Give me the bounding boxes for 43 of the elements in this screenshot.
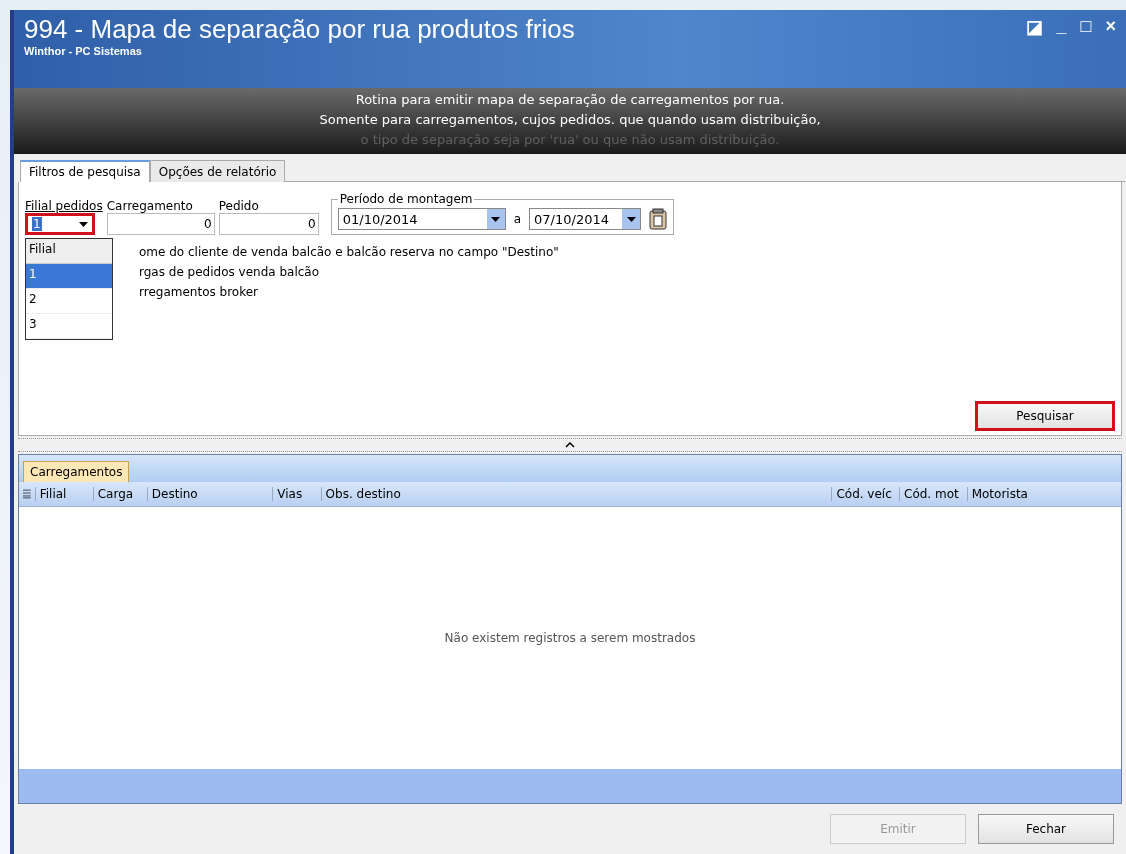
list-option[interactable]: 1 (26, 264, 112, 289)
window-control-button[interactable]: □ (1076, 16, 1096, 37)
column-header[interactable]: Cód. veíc (831, 487, 900, 501)
list-header: Filial (26, 239, 112, 264)
window-control-button[interactable]: _ (1052, 16, 1071, 37)
date-field[interactable]: 07/10/2014 (529, 208, 642, 230)
window-subtitle: Winthor - PC Sistemas (24, 45, 143, 57)
column-header[interactable]: Filial (34, 487, 93, 501)
option-label: rgas de pedidos venda balcão (139, 265, 321, 279)
date-field[interactable]: 01/10/2014 (337, 208, 506, 230)
splitter-handle[interactable] (18, 438, 1122, 452)
range-separator: a (513, 212, 522, 226)
field-label: Carregamento (106, 199, 194, 213)
list-option[interactable]: 3 (26, 314, 112, 339)
column-header[interactable]: Obs. destino (320, 487, 832, 501)
column-header[interactable]: Destino (146, 487, 273, 501)
column-header[interactable]: Motorista (966, 487, 1121, 501)
branch-combo[interactable]: 1 (25, 213, 95, 235)
tab[interactable]: Carregamentos (23, 461, 130, 482)
order-field[interactable]: 0 (218, 213, 319, 235)
dropdown-arrow-icon (79, 221, 88, 227)
footer-button[interactable]: Fechar (978, 814, 1114, 844)
empty-message: Não existem registros a serem mostrados (444, 631, 696, 645)
loading-field[interactable]: 0 (106, 213, 215, 235)
search-button[interactable]: Pesquisar (975, 401, 1115, 431)
calendar-icon[interactable] (649, 208, 668, 230)
group-label: Período de montagem (338, 192, 474, 206)
tab[interactable]: Filtros de pesquisa (20, 160, 150, 182)
description-text: Somente para carregamentos, cujos pedidos. que quando usam distribuição, (319, 111, 821, 129)
column-header[interactable]: Carga (92, 487, 147, 501)
window-control-button[interactable]: × (1101, 16, 1120, 37)
option-label: ome do cliente de venda balcão e balcão reserva no campo "Destino" (139, 245, 560, 259)
option-label: rregamentos broker (139, 285, 259, 299)
column-header[interactable]: Vias (272, 487, 321, 501)
column-header[interactable]: Cód. mot (899, 487, 967, 501)
window-title: 994 - Mapa de separação por rua produtos frios (24, 14, 575, 45)
field-label: Filial pedidos (25, 199, 103, 213)
field-label: Pedido (218, 199, 260, 213)
column-chooser-icon[interactable] (23, 489, 31, 499)
tab[interactable]: Opções de relatório (149, 160, 286, 182)
list-option[interactable]: 2 (26, 289, 112, 314)
window-control-button[interactable]: ◪ (1021, 16, 1047, 38)
description-text: Rotina para emitir mapa de separação de carregamentos por rua. (355, 91, 785, 109)
